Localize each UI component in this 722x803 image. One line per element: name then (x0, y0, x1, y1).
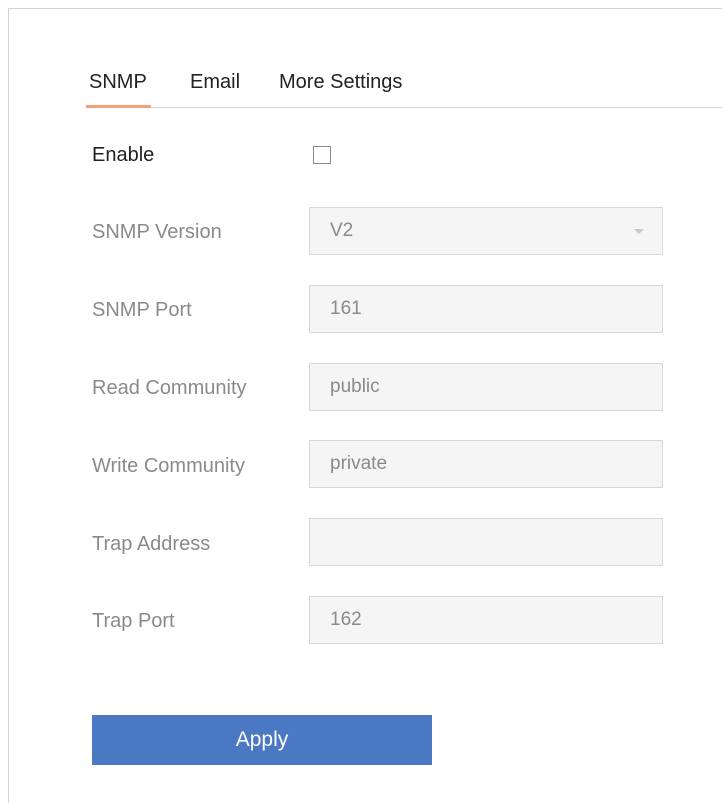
enable-checkbox[interactable] (313, 146, 331, 164)
chevron-down-icon (634, 229, 644, 234)
snmp-version-select[interactable]: V2 (309, 207, 663, 255)
trap-port-input[interactable]: 162 (309, 596, 663, 644)
read-community-value: public (330, 376, 380, 397)
trap-port-label: Trap Port (92, 610, 175, 632)
write-community-value: private (330, 453, 388, 474)
tab-more-settings[interactable]: More Settings (279, 69, 402, 105)
settings-panel: SNMP Email More Settings Enable SNMP Ver… (8, 8, 722, 803)
snmp-port-input[interactable]: 161 (309, 285, 663, 333)
trap-address-label: Trap Address (92, 533, 211, 555)
write-community-label: Write Community (92, 455, 245, 477)
enable-label: Enable (92, 144, 155, 166)
snmp-version-value: V2 (330, 220, 354, 241)
trap-port-value: 162 (330, 609, 362, 630)
tab-snmp[interactable]: SNMP (86, 69, 151, 108)
snmp-version-label: SNMP Version (92, 221, 222, 243)
snmp-port-value: 161 (330, 298, 362, 319)
read-community-label: Read Community (92, 377, 247, 399)
tab-email[interactable]: Email (190, 69, 240, 105)
write-community-input[interactable]: private (309, 440, 663, 488)
tab-bar: SNMP Email More Settings (86, 69, 722, 108)
trap-address-input[interactable] (309, 518, 663, 566)
snmp-port-label: SNMP Port (92, 299, 192, 321)
read-community-input[interactable]: public (309, 363, 663, 411)
apply-button[interactable]: Apply (92, 715, 432, 765)
